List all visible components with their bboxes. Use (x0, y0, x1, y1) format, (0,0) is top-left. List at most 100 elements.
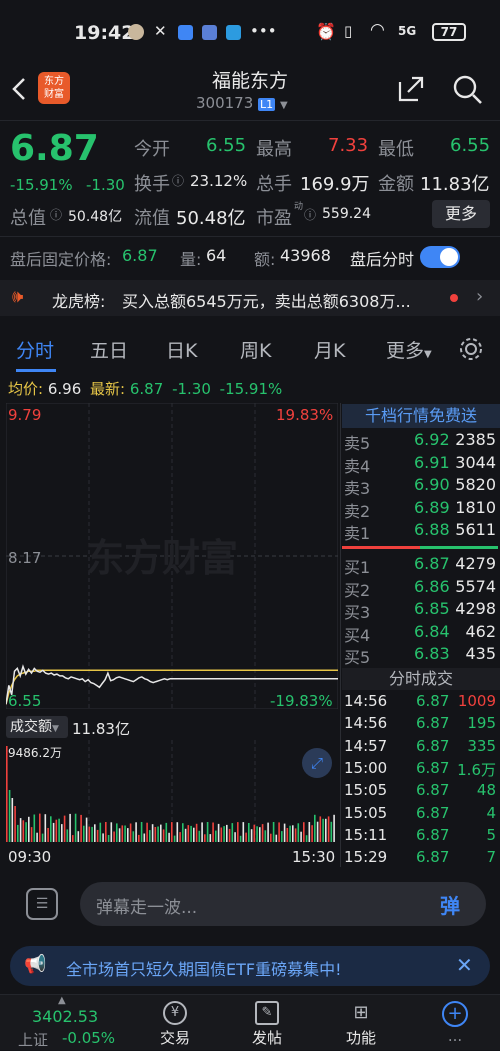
functions-button[interactable]: ⊞ 功能 (326, 995, 396, 1051)
level-label: 买3 (344, 603, 371, 622)
stock-code: 300173 L1 ▼ (196, 94, 288, 112)
index-ticker[interactable]: ▲ 3402.53 上证 -0.05% (0, 995, 130, 1051)
danmu-send-button[interactable]: 弹 (440, 890, 460, 919)
volume-bar (94, 824, 96, 842)
add-button[interactable]: + ... (420, 995, 490, 1051)
level-qty: 4298 (455, 599, 496, 618)
volume-bar (253, 824, 256, 842)
ask-row[interactable]: 卖1 6.88 5611 (342, 520, 500, 543)
volume-bar (264, 830, 267, 842)
volume-bar (52, 822, 55, 842)
volume-bar (14, 806, 16, 842)
volume-bar (206, 822, 209, 842)
pe-label: 市盈 (256, 208, 292, 229)
volume-bar (231, 823, 234, 842)
tick-row: 15:29 6.87 7 (342, 848, 500, 870)
post-button[interactable]: ✎ 发帖 (232, 995, 302, 1051)
afterhours-amt: 43968 (280, 246, 331, 265)
volume-chart (6, 740, 335, 842)
afterhours-qty-label: 量: (180, 250, 202, 269)
watermark-logo: 东方财富 (86, 536, 238, 580)
volume-bar (124, 825, 126, 842)
volume-bar (58, 818, 60, 842)
volume-selector[interactable]: 成交额▼ (6, 716, 68, 738)
dragon-list-bar[interactable]: 🕪 龙虎榜: 买入总额6545万元，卖出总额6308万... › (0, 280, 500, 316)
info-icon: ⓘ (50, 208, 63, 222)
ask-row[interactable]: 卖3 6.90 5820 (342, 475, 500, 498)
tick-price: 6.87 (416, 825, 450, 844)
volume-bar (135, 822, 137, 842)
tick-volume: 1.6万 (457, 760, 496, 779)
volume-bar (69, 813, 71, 842)
dragon-text: 买入总额6545万元，卖出总额6308万... (122, 292, 411, 311)
volume-bar (138, 834, 140, 842)
tick-row: 15:05 6.87 48 (342, 781, 500, 803)
intraday-price-chart[interactable]: 东方财富 (6, 403, 338, 709)
volume-bar (83, 825, 85, 842)
orderbook-title[interactable]: 千档行情免费送 (342, 404, 500, 428)
volume-bar (212, 822, 214, 842)
volume-bar (151, 824, 154, 842)
chevron-down-icon: ▼ (424, 349, 432, 360)
volume-bar (77, 831, 80, 842)
volume-bar (319, 816, 322, 842)
latest-change: -1.30 (172, 380, 211, 398)
tab-5day[interactable]: 五日 (90, 336, 128, 363)
tab-more[interactable]: 更多▼ (386, 336, 432, 363)
volume-bar (327, 816, 330, 842)
volume-label: 总手 (256, 174, 292, 195)
volume-bar (314, 814, 316, 842)
level-qty: 5820 (455, 475, 496, 494)
expand-icon[interactable]: ⤢ (302, 748, 332, 778)
ask-row[interactable]: 卖4 6.91 3044 (342, 453, 500, 476)
volume-bar (66, 829, 69, 842)
close-icon[interactable]: ✕ (456, 953, 473, 977)
volume-bar (160, 824, 162, 842)
search-icon[interactable] (452, 74, 484, 106)
pct-top-label: 19.83% (276, 406, 334, 424)
level-label: 买4 (344, 625, 371, 645)
bid-row[interactable]: 买2 6.86 5574 (342, 577, 500, 600)
tab-monthly-k[interactable]: 月K (314, 336, 345, 363)
float-label: 流值 (134, 208, 170, 229)
bid-row[interactable]: 买1 6.87 4279 (342, 554, 500, 577)
tab-weekly-k[interactable]: 周K (240, 336, 271, 363)
level-label: 买5 (344, 648, 371, 667)
level-label: 卖4 (344, 456, 371, 476)
danmu-settings-icon[interactable]: ☰ (26, 888, 58, 920)
tick-volume: 4 (486, 803, 496, 822)
volume-bar (300, 831, 302, 842)
gear-icon[interactable] (458, 336, 484, 362)
volume-bar (113, 831, 115, 842)
volume-bar (193, 827, 195, 842)
volume-bar (140, 822, 143, 842)
bid-row[interactable]: 买5 6.83 435 (342, 644, 500, 667)
share-icon[interactable] (396, 74, 426, 104)
level-label: 卖2 (344, 501, 371, 521)
trade-button[interactable]: ¥ 交易 (140, 995, 210, 1051)
etf-banner[interactable]: 📢 全市场首只短久期国债ETF重磅募集中! ✕ (10, 946, 490, 986)
stock-code-text: 300173 (196, 94, 254, 112)
volume-bar (8, 790, 11, 842)
volume-bar (281, 831, 283, 842)
volume-bar (110, 822, 113, 842)
ask-row[interactable]: 卖2 6.89 1810 (342, 498, 500, 521)
afterhours-toggle[interactable] (420, 246, 460, 268)
tab-indicator (16, 369, 56, 372)
bid-row[interactable]: 买3 6.85 4298 (342, 599, 500, 622)
y-mid-label: 8.17 (8, 549, 42, 567)
volume-bar (39, 813, 41, 842)
volume-bar (270, 833, 272, 842)
bid-row[interactable]: 买4 6.84 462 (342, 622, 500, 645)
danmu-input[interactable]: 弹幕走一波... 弹 (80, 882, 486, 926)
app-icon (202, 25, 217, 40)
tab-intraday[interactable]: 分时 (16, 336, 54, 363)
ask-row[interactable]: 卖5 6.92 2385 (342, 430, 500, 453)
volume-bar (129, 823, 132, 842)
more-button[interactable]: 更多 (432, 200, 490, 228)
tab-daily-k[interactable]: 日K (166, 336, 197, 363)
tick-row: 14:56 6.87 195 (342, 714, 500, 736)
index-name: 上证 (18, 1031, 49, 1049)
pct-bottom-label: -19.83% (270, 692, 333, 710)
app-icon: ✕ (154, 22, 167, 40)
